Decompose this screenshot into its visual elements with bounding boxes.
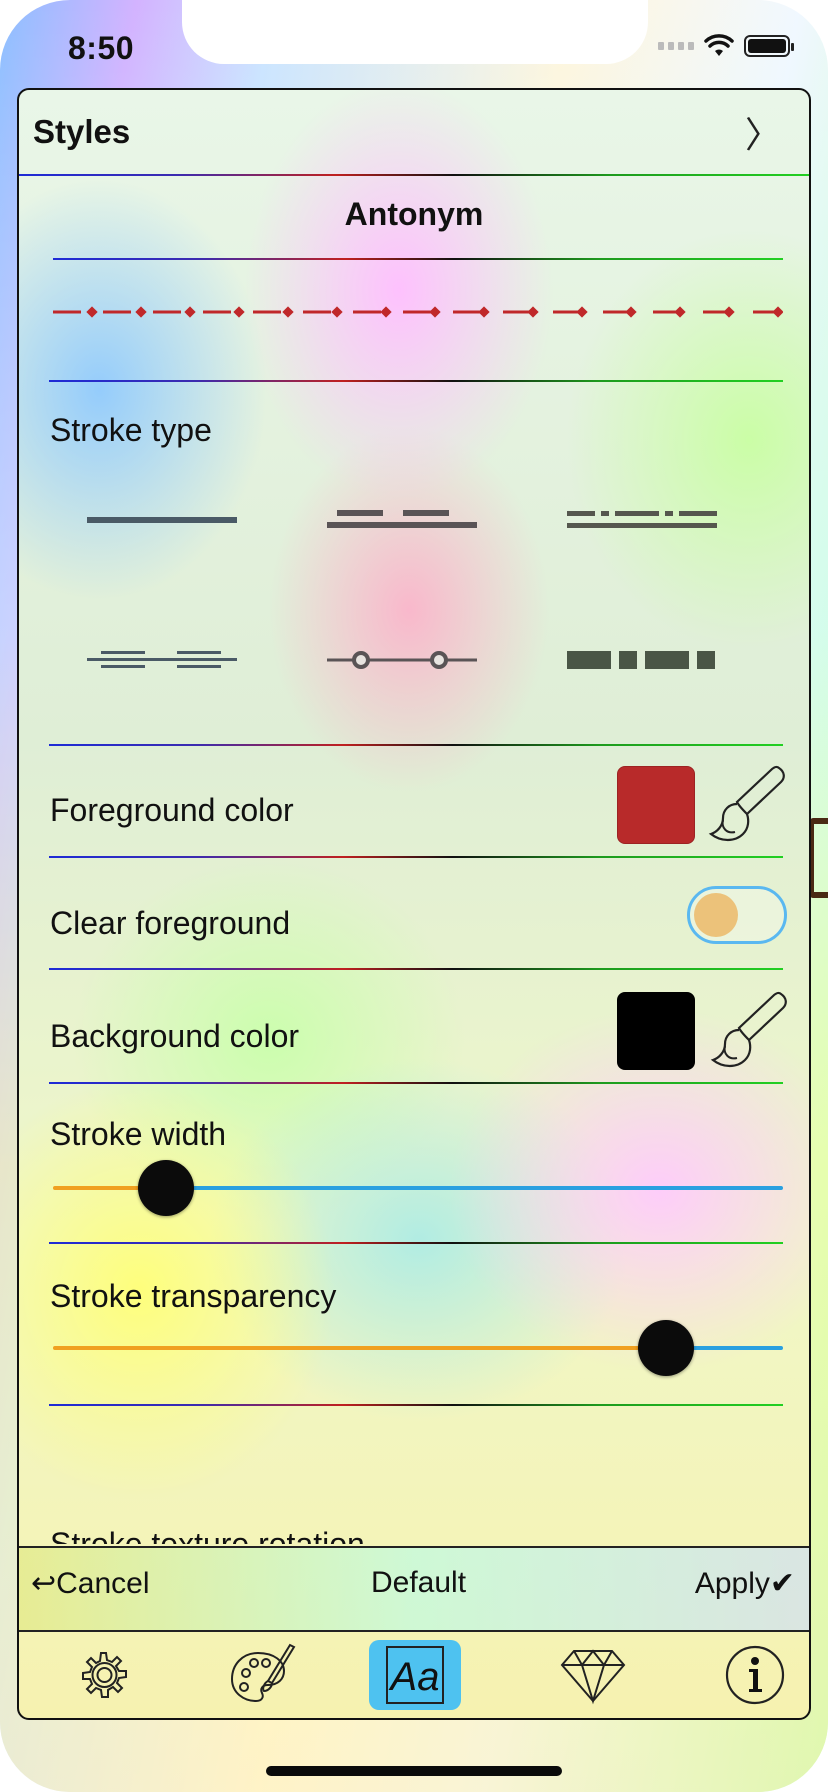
stroke-width-slider[interactable] [53,1158,783,1218]
status-icons [658,34,794,58]
tab-bar: Aa [19,1632,809,1718]
preview-marker [772,306,783,318]
header-divider [19,174,809,176]
divider [49,968,783,970]
preview-marker [380,306,392,318]
background-color-swatch[interactable] [617,992,695,1070]
preview-bottom-line [49,380,783,382]
clear-foreground-toggle[interactable] [687,886,787,944]
preview-marker [576,306,588,318]
stroke-type-block[interactable] [551,630,731,690]
divider [49,744,783,746]
double-stroke-icon [87,651,237,668]
divider [49,856,783,858]
stroke-type-label: Stroke type [50,412,212,448]
preview-marker [723,306,735,318]
tab-info[interactable] [709,1640,801,1710]
preview-marker [135,306,147,318]
stroke-type-circle-dot[interactable] [311,630,491,690]
paintbrush-icon[interactable] [707,762,787,846]
stroke-type-solid[interactable] [71,490,251,550]
dash-dot-stroke-icon [567,511,717,528]
foreground-color-label: Foreground color [50,792,294,828]
edge-handle [808,818,828,898]
divider [49,1404,783,1406]
toggle-knob [694,893,738,937]
action-bar: ↩Cancel Default Apply✔ [19,1546,809,1632]
stroke-preview [53,306,783,318]
divider [49,1082,783,1084]
preview-marker [674,306,686,318]
style-name: Antonym [344,196,484,232]
page-title: Styles [33,113,131,150]
stroke-width-label: Stroke width [50,1116,227,1152]
palette-icon [230,1643,296,1703]
cellular-signal-icon [658,42,694,50]
stroke-transparency-slider[interactable] [53,1318,783,1378]
panel-header: Styles 〉 [19,90,809,174]
background-color-label: Background color [50,1018,300,1054]
stroke-type-double[interactable] [71,630,251,690]
slider-filled-track [53,1346,667,1350]
dashed-stroke-icon [327,510,477,528]
tab-palette[interactable] [217,1640,309,1710]
wifi-icon [704,34,734,56]
gear-icon [82,1652,127,1698]
slider-thumb[interactable] [138,1160,195,1216]
apply-button[interactable]: Apply✔ [695,1566,795,1601]
chevron-right-icon[interactable]: 〉 [745,106,781,158]
stroke-texture-rotation-label: Stroke texture rotation [50,1526,365,1544]
slider-unfilled-track [166,1186,783,1190]
styles-panel: Styles 〉 Antonym Stroke type Foreground … [17,88,811,1720]
tab-premium[interactable] [547,1640,639,1710]
preview-top-line [53,258,783,260]
stroke-type-dashed[interactable] [311,490,491,550]
slider-thumb[interactable] [638,1320,695,1376]
default-button[interactable]: Default [371,1566,466,1600]
tab-text-style[interactable]: Aa [369,1640,461,1710]
cancel-button[interactable]: ↩Cancel [31,1566,150,1601]
home-indicator [266,1766,562,1776]
preview-marker [233,306,245,318]
tab-settings[interactable] [53,1640,145,1710]
circle-dot-stroke-icon [327,651,477,669]
text-style-icon: Aa [386,1646,444,1704]
preview-marker [527,306,539,318]
solid-stroke-icon [87,517,237,523]
stroke-transparency-label: Stroke transparency [50,1278,337,1314]
preview-marker [478,306,490,318]
preview-marker [86,306,98,318]
preview-marker [331,306,343,318]
preview-marker [429,306,441,318]
foreground-color-swatch[interactable] [617,766,695,844]
preview-marker [282,306,294,318]
block-stroke-icon [567,651,715,669]
text-style-label: Aa [389,1655,440,1699]
diamond-icon [560,1649,626,1705]
paintbrush-icon[interactable] [709,988,789,1072]
preview-marker [625,306,637,318]
divider [49,1242,783,1244]
device-notch [182,0,648,64]
stroke-type-dash-dot[interactable] [551,490,731,550]
preview-marker [184,306,196,318]
stroke-type-grid [49,490,769,690]
status-time: 8:50 [68,30,135,66]
info-icon [725,1645,785,1705]
clear-foreground-label: Clear foreground [50,905,291,941]
battery-icon [744,35,794,57]
